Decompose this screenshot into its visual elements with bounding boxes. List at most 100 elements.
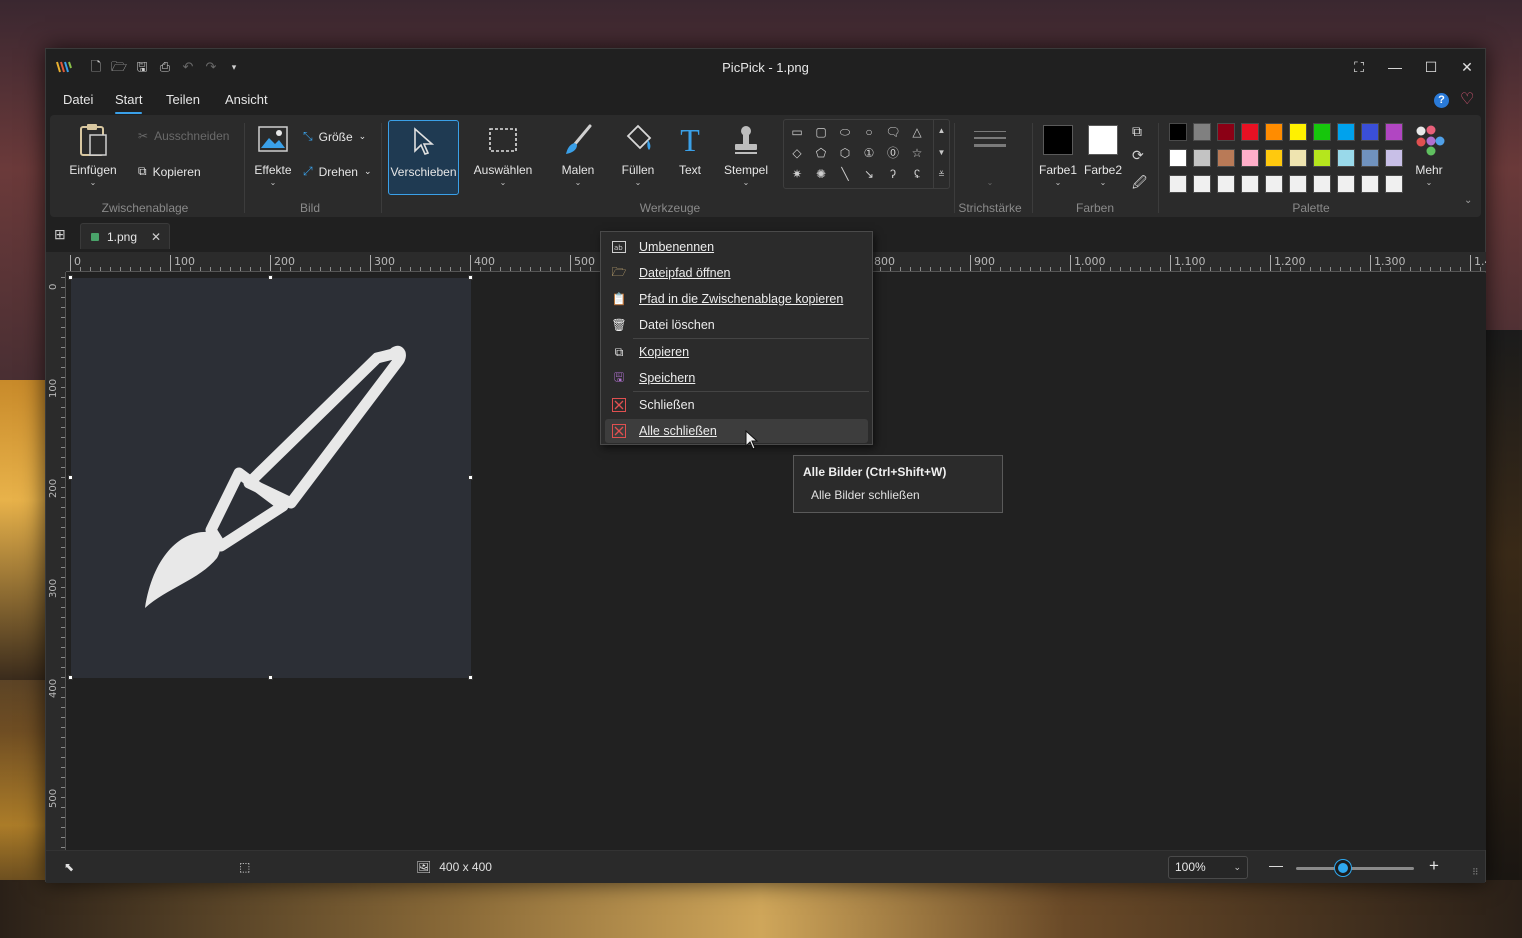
- number-marker-shape-icon[interactable]: ⓪: [883, 143, 903, 163]
- close-button[interactable]: ✕: [1449, 49, 1485, 85]
- burst-shape-icon[interactable]: ✷: [787, 164, 807, 184]
- palette-swatch[interactable]: [1289, 149, 1307, 167]
- tab-datei[interactable]: Datei: [63, 92, 93, 107]
- palette-swatch[interactable]: [1169, 123, 1187, 141]
- palette-swatch[interactable]: [1265, 149, 1283, 167]
- speech-bubble-shape-icon[interactable]: 🗨: [883, 122, 903, 142]
- palette-swatch[interactable]: [1193, 149, 1211, 167]
- menu-item-copy[interactable]: ⧉ Kopieren: [605, 340, 868, 364]
- scroll-down-icon[interactable]: ▼: [934, 142, 949, 164]
- image-canvas[interactable]: [71, 278, 471, 678]
- stroke-width-button[interactable]: . ⌄: [965, 119, 1015, 193]
- zoom-out-button[interactable]: —: [1269, 857, 1283, 873]
- menu-item-copy-path[interactable]: 📋 Pfad in die Zwischenablage kopieren: [605, 287, 868, 311]
- menu-item-delete-file[interactable]: 🗑 Datei löschen: [605, 313, 868, 337]
- palette-swatch[interactable]: [1241, 149, 1259, 167]
- maximize-button[interactable]: ☐: [1413, 49, 1449, 85]
- cut-button[interactable]: ✂ Ausschneiden: [138, 129, 229, 143]
- more-colors-button[interactable]: Mehr ⌄: [1408, 119, 1450, 193]
- palette-swatch[interactable]: [1289, 123, 1307, 141]
- color2-button[interactable]: Farbe2 ⌄: [1082, 119, 1124, 193]
- resize-handle[interactable]: [68, 475, 73, 480]
- ellipse-shape-icon[interactable]: ⬭: [835, 122, 855, 142]
- expand-gallery-icon[interactable]: ≚: [934, 164, 949, 186]
- palette-swatch[interactable]: [1217, 123, 1235, 141]
- paste-button[interactable]: Einfügen ⌄: [64, 119, 122, 193]
- palette-swatch[interactable]: [1217, 175, 1235, 193]
- resize-button[interactable]: ⤡ Größe ⌄: [303, 129, 366, 144]
- rotate-button[interactable]: ⤢ Drehen ⌄: [303, 164, 372, 179]
- rectangle-shape-icon[interactable]: ▭: [787, 122, 807, 142]
- arrow-shape-icon[interactable]: ↘: [859, 164, 879, 184]
- palette-swatch[interactable]: [1265, 123, 1283, 141]
- select-tool-button[interactable]: Auswählen ⌄: [472, 119, 534, 193]
- collapse-ribbon-icon[interactable]: ⌄: [1464, 195, 1472, 206]
- effects-button[interactable]: Effekte ⌄: [250, 119, 296, 193]
- number-one-shape-icon[interactable]: ①: [859, 143, 879, 163]
- resize-handle[interactable]: [468, 475, 473, 480]
- resize-handle[interactable]: [268, 675, 273, 680]
- menu-item-close[interactable]: Schließen: [605, 393, 868, 417]
- circle-shape-icon[interactable]: ○: [859, 122, 879, 142]
- palette-swatch[interactable]: [1385, 149, 1403, 167]
- palette-swatch[interactable]: [1169, 175, 1187, 193]
- curve-arrow-shape-icon[interactable]: ʢ: [907, 164, 927, 184]
- zoom-slider-track[interactable]: [1296, 867, 1414, 870]
- palette-swatch[interactable]: [1361, 123, 1379, 141]
- menu-item-close-all[interactable]: Alle schließen: [605, 419, 868, 443]
- triangle-shape-icon[interactable]: △: [907, 122, 927, 142]
- tab-overview-icon[interactable]: ⊞: [54, 226, 70, 242]
- help-icon[interactable]: ?: [1434, 93, 1449, 108]
- eyedropper-icon[interactable]: 🖉: [1132, 172, 1147, 196]
- rounded-rectangle-shape-icon[interactable]: ▢: [811, 122, 831, 142]
- palette-swatch[interactable]: [1193, 175, 1211, 193]
- document-tab[interactable]: 1.png ✕: [80, 223, 170, 249]
- menu-item-open-path[interactable]: 🗁 Dateipfad öffnen: [605, 261, 868, 285]
- diamond-shape-icon[interactable]: ◇: [787, 143, 807, 163]
- move-tool-button[interactable]: Verschieben: [388, 120, 459, 195]
- zoom-in-button[interactable]: +: [1429, 856, 1439, 876]
- menu-item-save[interactable]: 🖫 Speichern: [605, 366, 868, 390]
- pentagon-shape-icon[interactable]: ⬠: [811, 143, 831, 163]
- capture-icon[interactable]: ⛶: [1341, 49, 1377, 85]
- shape-gallery-scroll[interactable]: ▲ ▼ ≚: [933, 120, 949, 188]
- tab-ansicht[interactable]: Ansicht: [225, 92, 268, 107]
- palette-swatch[interactable]: [1385, 175, 1403, 193]
- resize-handle[interactable]: [68, 275, 73, 280]
- palette-swatch[interactable]: [1385, 123, 1403, 141]
- palette-swatch[interactable]: [1337, 149, 1355, 167]
- line-shape-icon[interactable]: ╲: [835, 164, 855, 184]
- reset-colors-icon[interactable]: ⟳: [1132, 147, 1144, 164]
- palette-swatch[interactable]: [1361, 149, 1379, 167]
- resize-handle[interactable]: [268, 275, 273, 280]
- zoom-select[interactable]: 100% ⌄: [1168, 856, 1248, 879]
- palette-swatch[interactable]: [1361, 175, 1379, 193]
- resize-grip-icon[interactable]: ⠿: [1472, 867, 1479, 878]
- palette-swatch[interactable]: [1265, 175, 1283, 193]
- curve-shape-icon[interactable]: ʔ: [883, 164, 903, 184]
- palette-swatch[interactable]: [1337, 175, 1355, 193]
- resize-handle[interactable]: [68, 675, 73, 680]
- star-shape-icon[interactable]: ☆: [907, 143, 927, 163]
- palette-swatch[interactable]: [1241, 175, 1259, 193]
- heart-icon[interactable]: ♡: [1460, 89, 1474, 109]
- paint-tool-button[interactable]: Malen ⌄: [553, 119, 603, 193]
- palette-swatch[interactable]: [1289, 175, 1307, 193]
- minimize-button[interactable]: —: [1377, 49, 1413, 85]
- copy-button[interactable]: ⧉ Kopieren: [138, 164, 201, 179]
- color1-button[interactable]: Farbe1 ⌄: [1037, 119, 1079, 193]
- resize-handle[interactable]: [468, 275, 473, 280]
- swap-colors-icon[interactable]: ⧉: [1132, 123, 1142, 140]
- palette-swatch[interactable]: [1193, 123, 1211, 141]
- palette-swatch[interactable]: [1337, 123, 1355, 141]
- menu-item-rename[interactable]: ab Umbenennen: [605, 235, 868, 259]
- scroll-up-icon[interactable]: ▲: [934, 120, 949, 142]
- hexagon-shape-icon[interactable]: ⬡: [835, 143, 855, 163]
- tab-start[interactable]: Start: [115, 92, 143, 114]
- palette-swatch[interactable]: [1217, 149, 1235, 167]
- palette-swatch[interactable]: [1169, 149, 1187, 167]
- text-tool-button[interactable]: T Text: [670, 119, 710, 193]
- tab-teilen[interactable]: Teilen: [166, 92, 200, 107]
- fill-tool-button[interactable]: Füllen ⌄: [613, 119, 663, 193]
- seal-shape-icon[interactable]: ✺: [811, 164, 831, 184]
